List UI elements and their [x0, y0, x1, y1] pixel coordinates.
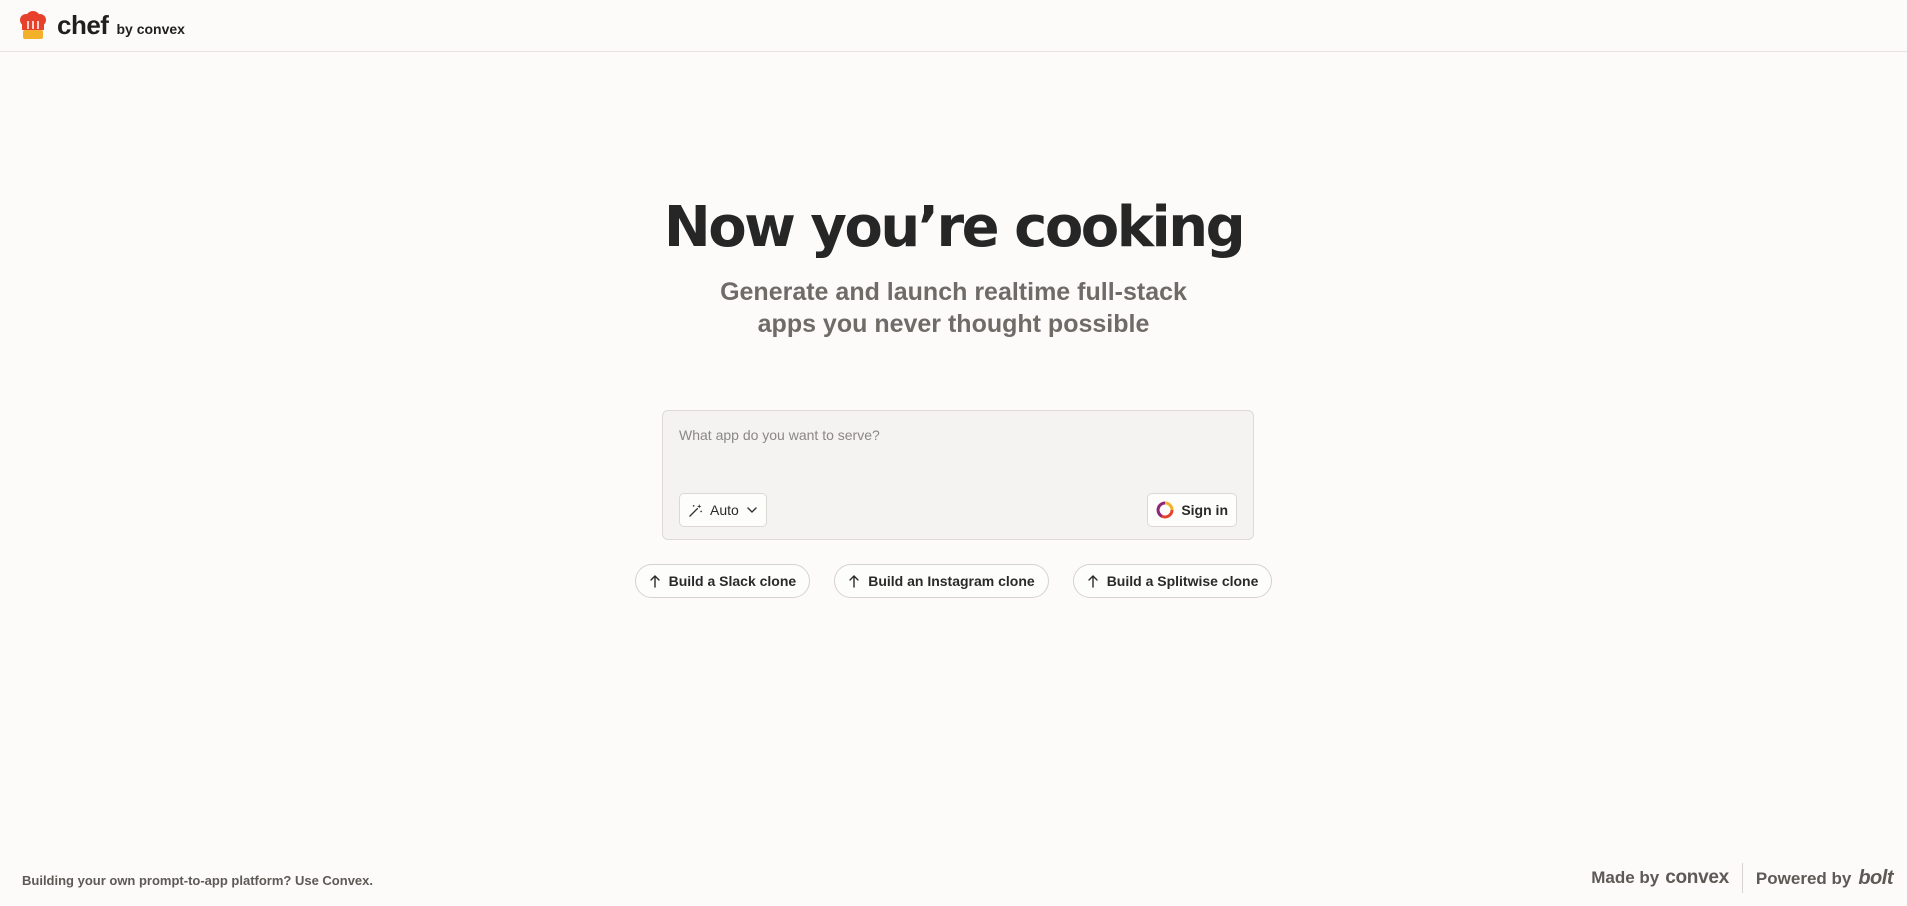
suggestion-label: Build a Splitwise clone [1106, 573, 1259, 589]
prompt-input[interactable] [679, 427, 1235, 477]
suggestion-instagram-clone[interactable]: Build an Instagram clone [834, 564, 1049, 598]
made-by-label: Made by [1591, 868, 1660, 887]
chef-hat-icon [20, 10, 46, 39]
subtitle-line-1: Generate and launch realtime full-stack [720, 278, 1187, 306]
powered-by-bolt-link[interactable]: Powered by bolt [1755, 866, 1894, 890]
model-select-button[interactable]: Auto [679, 493, 767, 527]
page-title: Now you’re cooking [663, 195, 1246, 260]
page-subtitle: Generate and launch realtime full-stack … [0, 276, 1907, 340]
hero: Now you’re cooking Generate and launch r… [0, 192, 1907, 340]
sign-in-label: Sign in [1181, 502, 1228, 518]
top-bar: chef by convex [0, 0, 1907, 52]
powered-by-label: Powered by [1755, 868, 1852, 888]
prompt-composer: Auto Sign in [662, 410, 1254, 540]
convex-wordmark: convex [1665, 867, 1729, 888]
magic-wand-icon [689, 503, 702, 517]
model-select-label: Auto [710, 502, 739, 518]
chef-logo-link[interactable]: chef by convex [17, 10, 185, 42]
suggestion-label: Build a Slack clone [668, 573, 797, 589]
suggestion-list: Build a Slack clone Build an Instagram c… [0, 564, 1907, 598]
subtitle-line-2: apps you never thought possible [757, 310, 1150, 338]
suggestion-slack-clone[interactable]: Build a Slack clone [634, 564, 811, 598]
made-by-convex-link[interactable]: Made by convex [1591, 867, 1729, 889]
arrow-up-icon [1087, 575, 1098, 588]
footer-divider [1741, 863, 1743, 893]
chevron-down-icon [747, 507, 757, 513]
footer-credits: Made by convex Powered by bolt [1591, 862, 1893, 894]
logo-text: chef [57, 9, 109, 40]
convex-ring-icon [1156, 501, 1174, 519]
suggestion-splitwise-clone[interactable]: Build a Splitwise clone [1072, 564, 1273, 598]
sign-in-button[interactable]: Sign in [1147, 493, 1237, 527]
logo-subtext: by convex [116, 20, 185, 37]
bolt-wordmark: bolt [1858, 866, 1893, 889]
use-convex-link[interactable]: Building your own prompt-to-app platform… [22, 873, 373, 888]
arrow-up-icon [649, 575, 660, 588]
arrow-up-icon [849, 575, 859, 588]
suggestion-label: Build an Instagram clone [868, 573, 1035, 589]
